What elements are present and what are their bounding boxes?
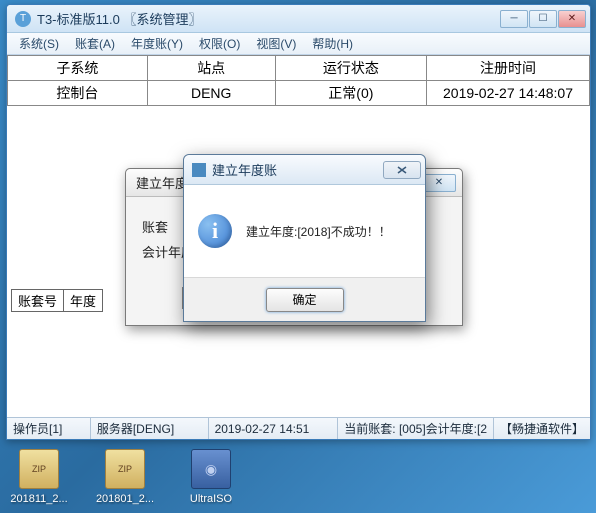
menu-year[interactable]: 年度账(Y) bbox=[123, 33, 191, 54]
dialog2-close-button[interactable] bbox=[383, 161, 421, 179]
minimize-button[interactable]: ─ bbox=[500, 10, 528, 28]
sub-table: 账套号 年度 bbox=[11, 289, 103, 312]
dialog2-title-icon bbox=[192, 163, 206, 177]
disc-icon: ◉ bbox=[191, 449, 231, 489]
dialog2-title: 建立年度账 bbox=[212, 160, 383, 179]
cell-status: 正常(0) bbox=[275, 81, 426, 106]
status-current: 当前账套: [005]会计年度:[2 bbox=[338, 418, 494, 439]
desktop-icon-label: 201811_2... bbox=[10, 493, 67, 505]
dialog1-account-label: 账套 bbox=[142, 220, 168, 235]
dialog2-footer: 确定 bbox=[184, 277, 425, 321]
cell-subsystem: 控制台 bbox=[8, 81, 148, 106]
col-subsystem: 子系统 bbox=[8, 56, 148, 81]
menu-account[interactable]: 账套(A) bbox=[67, 33, 123, 54]
main-window-title: T3-标准版11.0 〖系统管理〗 bbox=[37, 9, 500, 28]
status-server: 服务器[DENG] bbox=[91, 418, 209, 439]
maximize-button[interactable]: ☐ bbox=[529, 10, 557, 28]
dialog2-body: i 建立年度:[2018]不成功！！ bbox=[184, 185, 425, 277]
dialog2-titlebar[interactable]: 建立年度账 bbox=[184, 155, 425, 185]
close-button[interactable]: ✕ bbox=[558, 10, 586, 28]
status-operator: 操作员[1] bbox=[7, 418, 91, 439]
desktop-icon-ultraiso[interactable]: ◉ UltraISO bbox=[180, 449, 242, 505]
menu-permission[interactable]: 权限(O) bbox=[191, 33, 248, 54]
ok-button[interactable]: 确定 bbox=[266, 288, 344, 312]
menu-view[interactable]: 视图(V) bbox=[248, 33, 304, 54]
sub-col-year: 年度 bbox=[64, 290, 103, 312]
dialog2-message: 建立年度:[2018]不成功！！ bbox=[246, 223, 391, 240]
cell-regtime: 2019-02-27 14:48:07 bbox=[427, 81, 590, 106]
menu-help[interactable]: 帮助(H) bbox=[304, 33, 361, 54]
sub-col-account: 账套号 bbox=[12, 290, 64, 312]
menu-system[interactable]: 系统(S) bbox=[11, 33, 67, 54]
zip-icon: ZIP bbox=[105, 449, 145, 489]
zip-icon: ZIP bbox=[19, 449, 59, 489]
info-icon: i bbox=[198, 214, 232, 248]
desktop-icon-zip1[interactable]: ZIP 201811_2... bbox=[8, 449, 70, 505]
desktop-icon-label: 201801_2... bbox=[96, 493, 154, 505]
col-status: 运行状态 bbox=[275, 56, 426, 81]
table-row[interactable]: 控制台 DENG 正常(0) 2019-02-27 14:48:07 bbox=[8, 81, 590, 106]
main-table: 子系统 站点 运行状态 注册时间 控制台 DENG 正常(0) 2019-02-… bbox=[7, 55, 590, 106]
status-vendor: 【畅捷通软件】 bbox=[494, 418, 590, 439]
dialog-message-box: 建立年度账 i 建立年度:[2018]不成功！！ 确定 bbox=[183, 154, 426, 322]
statusbar: 操作员[1] 服务器[DENG] 2019-02-27 14:51 当前账套: … bbox=[7, 417, 590, 439]
cell-site: DENG bbox=[147, 81, 275, 106]
status-datetime: 2019-02-27 14:51 bbox=[209, 418, 339, 439]
main-titlebar[interactable]: T T3-标准版11.0 〖系统管理〗 ─ ☐ ✕ bbox=[7, 5, 590, 33]
dialog1-close-button[interactable]: ✕ bbox=[422, 174, 456, 192]
desktop-icon-zip2[interactable]: ZIP 201801_2... bbox=[94, 449, 156, 505]
desktop-icons: ZIP 201811_2... ZIP 201801_2... ◉ UltraI… bbox=[8, 449, 242, 505]
menubar: 系统(S) 账套(A) 年度账(Y) 权限(O) 视图(V) 帮助(H) bbox=[7, 33, 590, 55]
col-site: 站点 bbox=[147, 56, 275, 81]
desktop-icon-label: UltraISO bbox=[190, 493, 232, 505]
app-icon: T bbox=[15, 11, 31, 27]
col-regtime: 注册时间 bbox=[427, 56, 590, 81]
